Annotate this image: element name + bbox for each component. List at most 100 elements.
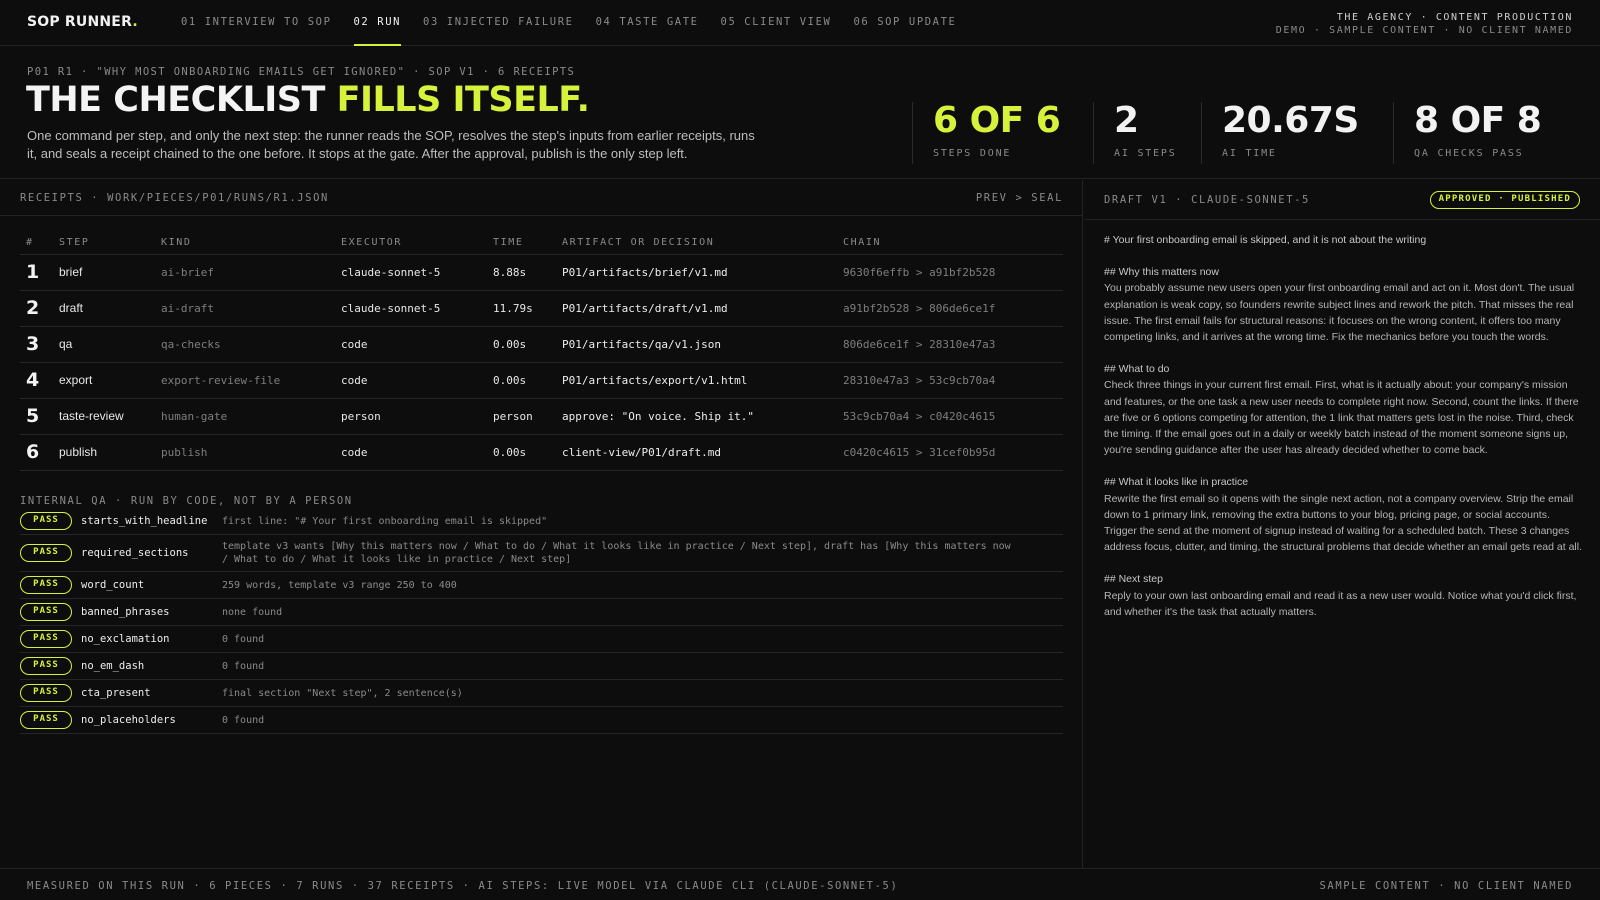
- page-subtitle: One command per step, and only the next …: [27, 128, 755, 161]
- qa-check-name: word_count: [81, 579, 145, 591]
- pass-badge: PASS: [20, 544, 72, 562]
- tab-run[interactable]: 02 RUN: [353, 0, 402, 46]
- row-number: 3: [20, 326, 53, 363]
- row-chain: 53c9cb70a4 > c0420c4615: [837, 398, 1063, 435]
- receipts-header: RECEIPTS · WORK/PIECES/P01/RUNS/R1.JSON …: [0, 180, 1083, 216]
- qa-check-name: no_em_dash: [81, 660, 145, 672]
- qa-check-detail: first line: "# Your first onboarding ema…: [222, 515, 548, 527]
- qa-check-name: starts_with_headline: [81, 515, 208, 527]
- col-step: STEP: [53, 232, 155, 255]
- draft-header: DRAFT V1 · CLAUDE-SONNET-5 APPROVED · PU…: [1084, 180, 1600, 220]
- pass-badge: PASS: [20, 684, 72, 702]
- footer-metrics: MEASURED ON THIS RUN · 6 PIECES · 7 RUNS…: [27, 880, 899, 892]
- row-artifact[interactable]: P01/artifacts/export/v1.html: [556, 362, 837, 399]
- section-body: Check three things in your current first…: [1104, 379, 1579, 457]
- qa-check-row: PASS no_placeholders 0 found: [20, 707, 1063, 734]
- qa-check-row: PASS word_count 259 words, template v3 r…: [20, 572, 1063, 599]
- row-step: taste-review: [53, 398, 155, 435]
- stat-value: 2: [1114, 100, 1139, 141]
- qa-check-row: PASS starts_with_headline first line: "#…: [20, 508, 1063, 535]
- table-row[interactable]: 4 export export-review-file code 0.00s P…: [20, 362, 1063, 399]
- top-bar: SOP RUNNER. 01 INTERVIEW TO SOP 02 RUN 0…: [0, 0, 1600, 46]
- row-artifact[interactable]: P01/artifacts/qa/v1.json: [556, 326, 837, 363]
- table-row[interactable]: 5 taste-review human-gate person person …: [20, 398, 1063, 435]
- qa-check-detail: 0 found: [222, 660, 265, 672]
- stat-value: 8 OF 8: [1414, 100, 1542, 141]
- receipts-panel: RECEIPTS · WORK/PIECES/P01/RUNS/R1.JSON …: [0, 180, 1083, 868]
- tab-injected-failure[interactable]: 03 INJECTED FAILURE: [423, 0, 574, 46]
- row-executor: code: [335, 362, 487, 399]
- pass-badge: PASS: [20, 603, 72, 621]
- col-executor: EXECUTOR: [335, 232, 487, 255]
- table-row[interactable]: 6 publish publish code 0.00s client-view…: [20, 434, 1063, 471]
- section-body: Reply to your own last onboarding email …: [1104, 589, 1577, 618]
- stat-steps-done: 6 OF 6 STEPS DONE: [912, 102, 1093, 164]
- qa-check-name: cta_present: [81, 687, 151, 699]
- row-chain: 806de6ce1f > 28310e47a3: [837, 326, 1063, 363]
- tab-client-view[interactable]: 05 CLIENT VIEW: [721, 0, 832, 46]
- col-time: TIME: [487, 232, 556, 255]
- row-step: publish: [53, 434, 155, 471]
- tab-taste-gate[interactable]: 04 TASTE GATE: [596, 0, 699, 46]
- page-header: P01 R1 · "WHY MOST ONBOARDING EMAILS GET…: [0, 46, 1600, 179]
- row-artifact[interactable]: P01/artifacts/draft/v1.md: [556, 290, 837, 327]
- prev-seal-link[interactable]: PREV > SEAL: [976, 192, 1063, 204]
- section-heading: ## What it looks like in practice: [1104, 476, 1249, 489]
- row-number: 4: [20, 362, 53, 399]
- tab-interview-to-sop[interactable]: 01 INTERVIEW TO SOP: [181, 0, 332, 46]
- row-executor: person: [335, 398, 487, 435]
- draft-headline: # Your first onboarding email is skipped…: [1104, 234, 1427, 246]
- app-logo[interactable]: SOP RUNNER.: [27, 14, 138, 30]
- footer-note: SAMPLE CONTENT · NO CLIENT NAMED: [1319, 880, 1573, 892]
- app-name: SOP RUNNER: [27, 14, 133, 30]
- row-chain: a91bf2b528 > 806de6ce1f: [837, 290, 1063, 327]
- pass-badge: PASS: [20, 512, 72, 530]
- row-step: draft: [53, 290, 155, 327]
- qa-check-row: PASS required_sections template v3 wants…: [20, 535, 1063, 572]
- row-executor: claude-sonnet-5: [335, 254, 487, 291]
- table-row[interactable]: 1 brief ai-brief claude-sonnet-5 8.88s P…: [20, 254, 1063, 291]
- qa-check-detail: 259 words, template v3 range 250 to 400: [222, 579, 457, 591]
- qa-section-title: INTERNAL QA · RUN BY CODE, NOT BY A PERS…: [20, 495, 353, 507]
- title-accent: FILLS ITSELF.: [336, 80, 590, 120]
- col-artifact: ARTIFACT OR DECISION: [556, 232, 837, 255]
- section-heading: ## Next step: [1104, 573, 1163, 586]
- demo-label: DEMO · SAMPLE CONTENT · NO CLIENT NAMED: [1275, 25, 1573, 36]
- row-time: person: [487, 398, 556, 435]
- row-artifact[interactable]: client-view/P01/draft.md: [556, 434, 837, 471]
- row-kind: publish: [155, 434, 335, 471]
- qa-check-detail: final section "Next step", 2 sentence(s): [222, 687, 463, 699]
- row-step: brief: [53, 254, 155, 291]
- row-number: 6: [20, 434, 53, 471]
- tab-sop-update[interactable]: 06 SOP UPDATE: [853, 0, 956, 46]
- draft-title: DRAFT V1 · CLAUDE-SONNET-5: [1104, 194, 1310, 206]
- draft-panel: DRAFT V1 · CLAUDE-SONNET-5 APPROVED · PU…: [1084, 180, 1600, 868]
- qa-check-name: banned_phrases: [81, 606, 170, 618]
- section-heading: ## Why this matters now: [1104, 266, 1219, 279]
- row-kind: ai-brief: [155, 254, 335, 291]
- qa-check-name: no_placeholders: [81, 714, 176, 726]
- qa-check-name: required_sections: [81, 547, 189, 559]
- section-heading: ## What to do: [1104, 363, 1170, 376]
- title-plain: THE CHECKLIST: [26, 80, 325, 120]
- table-row[interactable]: 3 qa qa-checks code 0.00s P01/artifacts/…: [20, 326, 1063, 363]
- draft-document: # Your first onboarding email is skipped…: [1104, 232, 1582, 636]
- stat-value: 20.67S: [1222, 100, 1359, 141]
- page-title: THE CHECKLIST FILLS ITSELF.: [26, 80, 590, 120]
- row-time: 0.00s: [487, 326, 556, 363]
- row-chain: 28310e47a3 > 53c9cb70a4: [837, 362, 1063, 399]
- stat-value: 6 OF 6: [933, 100, 1061, 141]
- qa-check-detail: template v3 wants [Why this matters now …: [222, 541, 1011, 565]
- row-executor: code: [335, 434, 487, 471]
- table-row[interactable]: 2 draft ai-draft claude-sonnet-5 11.79s …: [20, 290, 1063, 327]
- row-executor: claude-sonnet-5: [335, 290, 487, 327]
- pass-badge: PASS: [20, 630, 72, 648]
- row-executor: code: [335, 326, 487, 363]
- pass-badge: PASS: [20, 657, 72, 675]
- breadcrumb: P01 R1 · "WHY MOST ONBOARDING EMAILS GET…: [27, 66, 576, 78]
- stat-ai-steps: 2 AI STEPS: [1093, 102, 1201, 164]
- row-kind: qa-checks: [155, 326, 335, 363]
- stats-bar: 6 OF 6 STEPS DONE 2 AI STEPS 20.67S AI T…: [912, 102, 1600, 164]
- table-header-row: # STEP KIND EXECUTOR TIME ARTIFACT OR DE…: [20, 232, 1063, 255]
- row-artifact[interactable]: P01/artifacts/brief/v1.md: [556, 254, 837, 291]
